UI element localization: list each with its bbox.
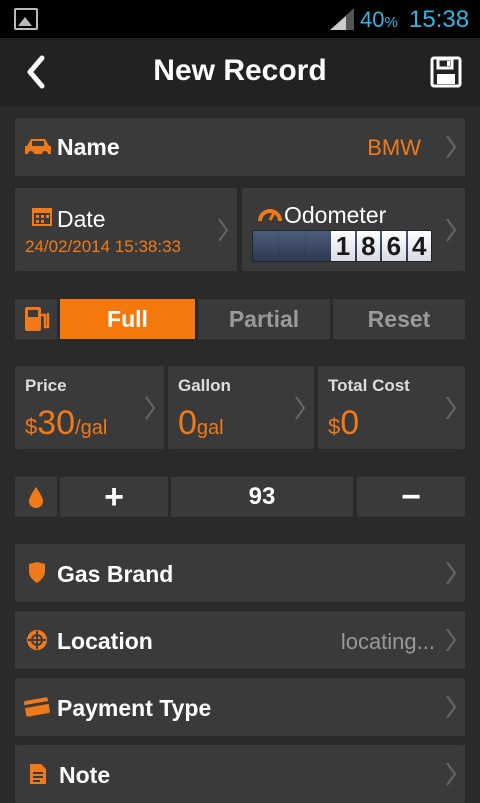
chevron-right-icon bbox=[446, 135, 457, 159]
chevron-right-icon bbox=[446, 217, 457, 242]
tab-reset[interactable]: Reset bbox=[333, 299, 465, 339]
signal-icon bbox=[330, 8, 354, 30]
payment-type-label: Payment Type bbox=[57, 695, 212, 721]
note-row[interactable]: Note bbox=[15, 745, 465, 803]
octane-increase-button[interactable]: + bbox=[60, 477, 168, 517]
chevron-right-icon bbox=[295, 395, 306, 420]
odometer-digit bbox=[305, 231, 330, 261]
location-row[interactable]: Location locating... bbox=[15, 611, 465, 669]
car-icon bbox=[25, 139, 51, 157]
note-icon bbox=[30, 764, 46, 784]
odometer-digit: 4 bbox=[407, 231, 431, 261]
drop-icon bbox=[29, 487, 43, 508]
calendar-icon bbox=[32, 208, 52, 226]
date-card[interactable]: Date 24/02/2014 15:38:33 bbox=[15, 188, 237, 271]
chevron-right-icon bbox=[446, 395, 457, 420]
speedometer-icon bbox=[258, 209, 282, 222]
name-label: Name bbox=[57, 134, 120, 160]
clock: 15:38 bbox=[409, 6, 470, 33]
location-value: locating... bbox=[340, 629, 435, 654]
odometer-digit: 6 bbox=[382, 231, 406, 261]
chevron-right-icon bbox=[218, 217, 229, 242]
tab-partial[interactable]: Partial bbox=[198, 299, 330, 339]
total-cost-value: $0 bbox=[328, 404, 360, 442]
shield-icon bbox=[29, 562, 45, 583]
image-notification-icon bbox=[14, 8, 38, 30]
odometer-digit bbox=[280, 231, 304, 261]
total-cost-label: Total Cost bbox=[328, 376, 410, 395]
date-label: Date bbox=[57, 206, 106, 232]
odometer-digit bbox=[255, 231, 279, 261]
octane-value: 93 bbox=[171, 477, 353, 517]
gas-brand-row[interactable]: Gas Brand bbox=[15, 544, 465, 602]
name-row[interactable]: Name BMW bbox=[15, 118, 465, 176]
note-label: Note bbox=[59, 762, 111, 788]
location-label: Location bbox=[57, 628, 153, 654]
chevron-right-icon bbox=[446, 762, 457, 786]
odometer-digit: 8 bbox=[356, 231, 381, 261]
gallon-value: 0gal bbox=[178, 404, 224, 442]
name-value: BMW bbox=[367, 135, 421, 160]
price-value: $30/gal bbox=[25, 404, 108, 442]
odometer-digit: 1 bbox=[331, 231, 355, 261]
octane-icon-box bbox=[15, 477, 57, 517]
credit-card-icon bbox=[24, 697, 50, 717]
page-title: New Record bbox=[153, 54, 327, 87]
chevron-right-icon bbox=[446, 695, 457, 719]
total-cost-card[interactable]: Total Cost $0 bbox=[318, 366, 465, 449]
target-icon bbox=[27, 630, 47, 650]
odometer-reading: 1 8 6 4 bbox=[252, 230, 432, 262]
price-card[interactable]: Price $30/gal bbox=[15, 366, 164, 449]
fuel-pump-button bbox=[15, 299, 57, 339]
chevron-right-icon bbox=[446, 561, 457, 585]
odometer-label: Odometer bbox=[284, 202, 387, 228]
date-value: 24/02/2014 15:38:33 bbox=[25, 237, 181, 256]
payment-type-row[interactable]: Payment Type bbox=[15, 678, 465, 736]
fuel-pump-icon bbox=[25, 307, 50, 331]
price-label: Price bbox=[25, 376, 67, 395]
gallon-label: Gallon bbox=[178, 376, 231, 395]
odometer-card[interactable]: Odometer 1 8 6 4 bbox=[242, 188, 465, 271]
chevron-right-icon bbox=[446, 628, 457, 652]
gas-brand-label: Gas Brand bbox=[57, 561, 174, 587]
octane-decrease-button[interactable]: − bbox=[357, 477, 465, 517]
tab-full[interactable]: Full bbox=[60, 299, 195, 339]
save-icon[interactable] bbox=[430, 56, 462, 88]
app-header: New Record bbox=[0, 38, 480, 106]
status-bar: 40% 15:38 bbox=[0, 0, 480, 38]
gallon-card[interactable]: Gallon 0gal bbox=[168, 366, 314, 449]
battery-percent: 40% bbox=[360, 7, 398, 32]
chevron-right-icon bbox=[145, 395, 156, 420]
